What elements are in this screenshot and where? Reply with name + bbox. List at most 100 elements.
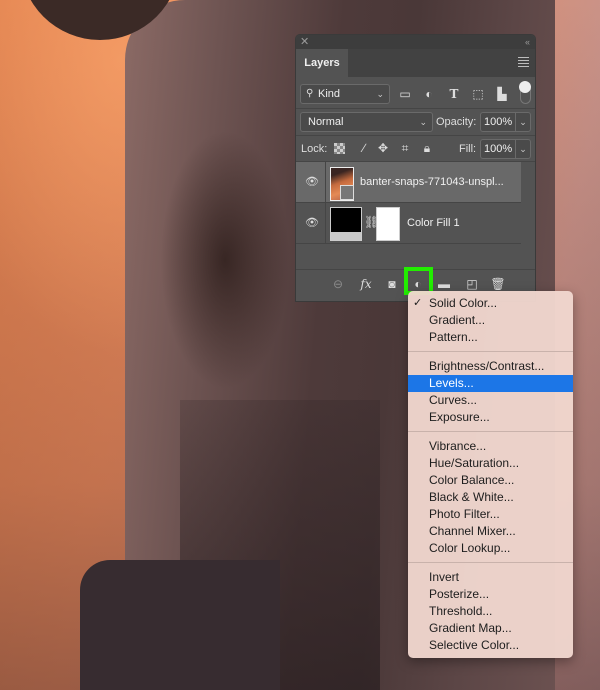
lock-label: Lock:	[301, 143, 328, 155]
menu-item[interactable]: Channel Mixer...	[408, 523, 573, 540]
filter-row: ⚲ Kind ⌄ ▭ ◐ T ⬚ ▙	[296, 77, 535, 109]
layer-name[interactable]: banter-snaps-771043-unspl...	[360, 174, 504, 190]
menu-item-label: Black & White...	[429, 490, 514, 504]
link-layers-icon[interactable]: ⊖	[330, 276, 346, 292]
menu-item[interactable]: Vibrance...	[408, 438, 573, 455]
panel-tabbar: Layers	[296, 49, 535, 77]
menu-item-label: Posterize...	[429, 587, 490, 601]
layer-row[interactable]: 👁︎ banter-snaps-771043-unspl...	[296, 162, 521, 203]
trash-icon[interactable]: 🗑︎	[490, 276, 506, 292]
chevron-down-icon[interactable]: ⌄	[515, 140, 530, 158]
eye-icon[interactable]: 👁︎	[305, 217, 319, 229]
layer-row[interactable]: 👁︎ ⛓ Color Fill 1	[296, 203, 521, 244]
type-filter-icon[interactable]: T	[447, 87, 461, 101]
lock-image-icon[interactable]: ∕	[357, 141, 371, 155]
kind-filter-select[interactable]: ⚲ Kind ⌄	[300, 84, 390, 104]
menu-item[interactable]: Brightness/Contrast...	[408, 358, 573, 375]
panel-titlebar[interactable]: ✕ ‹‹	[296, 35, 535, 49]
fill-thumbnail	[330, 207, 362, 241]
panel-menu-icon[interactable]	[518, 57, 529, 67]
opacity-label: Opacity:	[436, 116, 477, 128]
eye-icon[interactable]: 👁︎	[305, 176, 319, 188]
menu-item[interactable]: Color Balance...	[408, 472, 573, 489]
filter-toggle[interactable]	[519, 81, 531, 104]
menu-item-label: Photo Filter...	[429, 507, 500, 521]
menu-item[interactable]: Invert	[408, 569, 573, 586]
menu-item-label: Gradient...	[429, 313, 486, 327]
opacity-field[interactable]: 100% ⌄	[480, 112, 531, 132]
visibility-toggle[interactable]: 👁︎	[296, 203, 326, 243]
shape-filter-icon[interactable]: ⬚	[471, 87, 485, 101]
menu-item[interactable]: Threshold...	[408, 603, 573, 620]
menu-item-label: Invert	[429, 570, 460, 584]
kind-label: Kind	[318, 88, 341, 100]
layers-list: 👁︎ banter-snaps-771043-unspl... 👁︎ ⛓ Col…	[296, 162, 535, 266]
menu-item[interactable]: Exposure...	[408, 409, 573, 426]
menu-item-label: Solid Color...	[429, 296, 498, 310]
menu-item-label: Color Lookup...	[429, 541, 511, 555]
opacity-value: 100%	[484, 116, 513, 128]
menu-item[interactable]: Posterize...	[408, 586, 573, 603]
person-pants	[80, 560, 280, 690]
close-icon[interactable]: ✕	[300, 35, 309, 49]
lock-row: Lock: ∕ ✥ ⌗ 🔒︎ Fill: 100% ⌄	[296, 136, 535, 162]
adjustment-layer-menu: ✓ Solid Color... Gradient... Pattern... Brig…	[408, 291, 573, 658]
blend-mode-select[interactable]: Normal ⌄	[300, 112, 433, 132]
menu-item[interactable]: Photo Filter...	[408, 506, 573, 523]
menu-item[interactable]: Curves...	[408, 392, 573, 409]
layers-panel: ✕ ‹‹ Layers ⚲ Kind ⌄ ▭ ◐ T ⬚ ▙ Normal ⌄ …	[296, 35, 535, 301]
toggle-knob	[519, 81, 531, 93]
checkmark-icon: ✓	[413, 297, 423, 309]
lock-artboard-icon[interactable]: ⌗	[398, 141, 412, 155]
menu-item[interactable]: Gradient...	[408, 312, 573, 329]
menu-item-label: Curves...	[429, 393, 478, 407]
menu-item-label: Levels...	[429, 376, 474, 390]
fill-value: 100%	[484, 143, 513, 155]
menu-item-label: Hue/Saturation...	[429, 456, 520, 470]
visibility-toggle[interactable]: 👁︎	[296, 162, 326, 202]
menu-item[interactable]: Color Lookup...	[408, 540, 573, 557]
menu-item[interactable]: ✓ Solid Color...	[408, 295, 573, 312]
smart-object-filter-icon[interactable]: ▙	[495, 87, 509, 101]
menu-separator	[408, 431, 573, 432]
lock-transparent-icon[interactable]	[334, 143, 345, 154]
blend-row: Normal ⌄ Opacity: 100% ⌄	[296, 108, 535, 136]
menu-item-label: Pattern...	[429, 330, 478, 344]
menu-item[interactable]: Gradient Map...	[408, 620, 573, 637]
menu-item[interactable]: Pattern...	[408, 329, 573, 346]
lock-all-icon[interactable]: 🔒︎	[420, 141, 434, 155]
menu-item[interactable]: Levels...	[408, 375, 573, 392]
search-icon: ⚲	[306, 88, 314, 99]
menu-separator	[408, 562, 573, 563]
menu-item-label: Brightness/Contrast...	[429, 359, 545, 373]
menu-item-label: Gradient Map...	[429, 621, 512, 635]
collapse-panel-icon[interactable]: ‹‹	[525, 35, 530, 49]
image-filter-icon[interactable]: ▭	[398, 87, 412, 101]
menu-item[interactable]: Hue/Saturation...	[408, 455, 573, 472]
layer-name[interactable]: Color Fill 1	[407, 215, 460, 231]
lock-position-icon[interactable]: ✥	[376, 141, 390, 155]
add-mask-icon[interactable]: ◙	[384, 276, 400, 292]
mask-thumbnail	[376, 207, 400, 241]
smart-object-badge-icon	[340, 185, 354, 200]
menu-item-label: Channel Mixer...	[429, 524, 516, 538]
new-group-icon[interactable]: ▬	[436, 276, 452, 292]
chevron-down-icon[interactable]: ⌄	[515, 113, 530, 131]
menu-item-label: Color Balance...	[429, 473, 515, 487]
chest-shadow	[160, 130, 290, 390]
fill-field[interactable]: 100% ⌄	[480, 139, 531, 159]
menu-separator	[408, 351, 573, 352]
menu-item-label: Selective Color...	[429, 638, 520, 652]
fx-icon[interactable]: fx	[358, 276, 374, 292]
menu-item-label: Vibrance...	[429, 439, 487, 453]
tab-layers[interactable]: Layers	[296, 49, 348, 77]
blend-mode-value: Normal	[308, 116, 344, 128]
menu-item[interactable]: Selective Color...	[408, 637, 573, 654]
new-layer-icon[interactable]: ◰	[464, 276, 480, 292]
menu-item[interactable]: Black & White...	[408, 489, 573, 506]
chevron-down-icon: ⌄	[419, 117, 427, 127]
fill-thumbnail-bar	[331, 232, 361, 240]
chevron-down-icon: ⌄	[376, 89, 384, 99]
adjustment-filter-icon[interactable]: ◐	[422, 87, 436, 101]
menu-item-label: Threshold...	[429, 604, 493, 618]
